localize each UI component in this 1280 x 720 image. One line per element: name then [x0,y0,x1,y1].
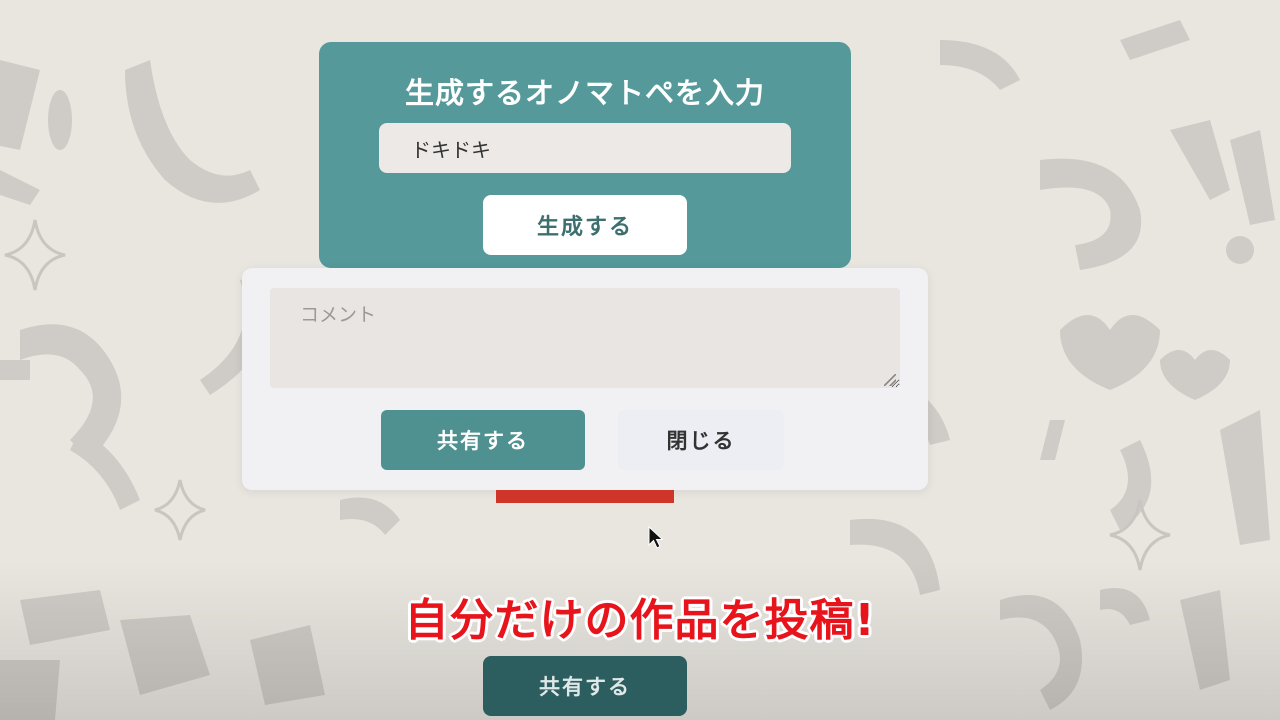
resize-handle-icon[interactable] [884,374,896,386]
mouse-cursor-icon [648,526,664,549]
generate-button[interactable]: 生成する [483,195,687,255]
caption-overlay: 自分だけの作品を投稿! [404,595,876,646]
close-button[interactable]: 閉じる [618,410,784,470]
share-panel: 共有する 閉じる [242,268,928,490]
share-button[interactable]: 共有する [381,410,585,470]
red-accent-bar [496,490,674,503]
generator-title: 生成するオノマトペを入力 [404,76,765,110]
comment-textarea[interactable] [270,288,900,388]
generator-card: 生成するオノマトペを入力 生成する [319,42,851,268]
onomatopoeia-input[interactable] [379,123,791,173]
bottom-share-button[interactable]: 共有する [483,656,687,716]
